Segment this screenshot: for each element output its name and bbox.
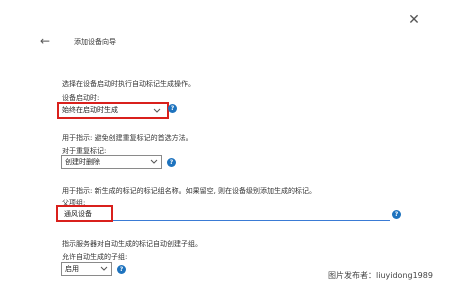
subgroup-select-value: 启用 — [65, 265, 79, 273]
chevron-down-icon — [150, 159, 158, 164]
subgroup-label: 允许自动生成的子组: — [62, 253, 128, 261]
back-arrow-icon[interactable]: ← — [38, 33, 52, 49]
watermark-text: 图片发布者：liuyidong1989 — [328, 271, 433, 280]
subgroup-select[interactable]: 启用 — [61, 262, 112, 276]
duplicate-description: 用于指示: 避免创建重复标记的首选方法。 — [62, 134, 193, 142]
duplicate-select-value: 创建时删除 — [65, 158, 100, 166]
subgroup-description: 指示服务器对自动生成的标记自动创建子组。 — [62, 240, 202, 248]
info-icon[interactable]: ? — [168, 104, 177, 113]
info-icon[interactable]: ? — [392, 210, 401, 219]
wizard-title: 添加设备向导 — [74, 38, 116, 46]
startup-description: 选择在设备启动时执行自动标记生成操作。 — [62, 80, 195, 88]
highlight-box — [56, 205, 113, 222]
parent-group-description: 用于指示: 新生成的标记的标记组名称。如果留空, 则在设备级别添加生成的标记。 — [62, 187, 317, 195]
close-icon[interactable]: ✕ — [406, 12, 422, 28]
duplicate-select[interactable]: 创建时删除 — [61, 155, 162, 169]
chevron-down-icon — [153, 108, 161, 113]
info-icon[interactable]: ? — [117, 265, 126, 274]
chevron-down-icon — [100, 266, 108, 271]
startup-select-value: 始终在启动时生成 — [62, 106, 118, 114]
startup-select[interactable]: 始终在启动时生成 — [57, 102, 169, 119]
info-icon[interactable]: ? — [167, 158, 176, 167]
